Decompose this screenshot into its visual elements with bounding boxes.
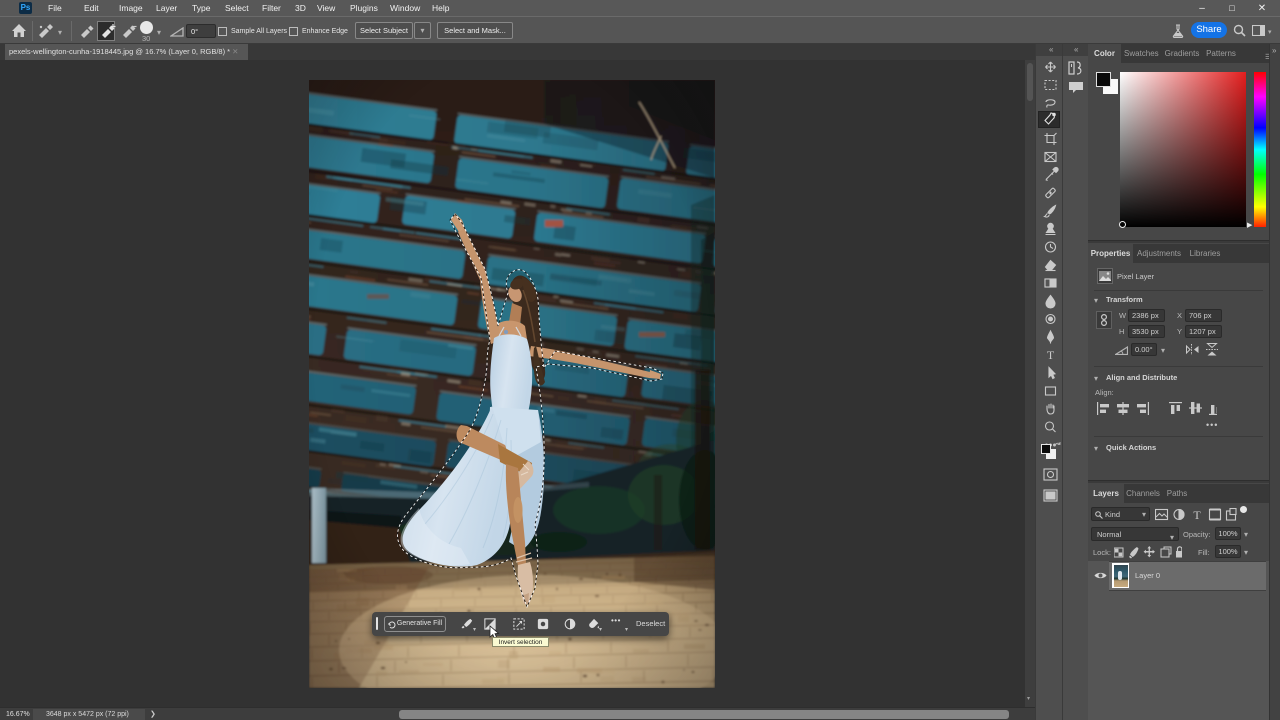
svg-text:T: T bbox=[1193, 508, 1201, 521]
svg-text:T: T bbox=[1047, 348, 1055, 362]
